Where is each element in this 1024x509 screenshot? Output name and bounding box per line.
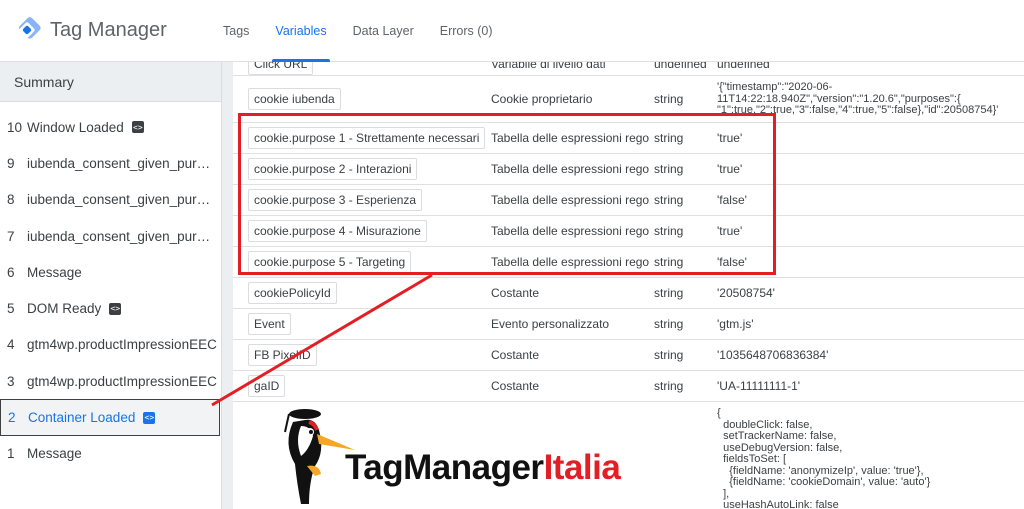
variable-type-cell: Variabile di livello dati	[491, 62, 606, 71]
variable-name-cell: cookiePolicyId	[248, 282, 337, 304]
event-number: 5	[7, 301, 15, 317]
event-label: Container Loaded	[28, 410, 136, 426]
event-number: 4	[7, 337, 15, 353]
tag-manager-logo-icon	[19, 17, 41, 39]
variable-value-cell: 'gtm.js'	[717, 317, 754, 331]
event-number: 3	[7, 373, 15, 389]
event-number: 6	[7, 264, 15, 280]
variable-value-cell: '20508754'	[717, 286, 775, 300]
tab-bar: Tags Variables Data Layer Errors (0)	[210, 0, 506, 62]
event-item[interactable]: 2 Container Loaded <>	[0, 399, 220, 436]
code-icon: <>	[109, 302, 122, 315]
variable-value-cell: { doubleClick: false, setTrackerName: fa…	[717, 407, 931, 509]
variable-row: Click URL Variabile di livello dati undefi…	[233, 62, 1024, 76]
variable-datatype-cell: undefined	[654, 62, 707, 71]
code-icon: <>	[131, 121, 144, 134]
variable-name-chip[interactable]: gaID	[248, 375, 286, 397]
summary-item[interactable]: Summary	[0, 62, 221, 102]
variable-name-chip[interactable]: Click URL	[248, 62, 314, 75]
event-number: 2	[8, 410, 16, 426]
variable-row: FB PixelID Costante string '103564870683638…	[233, 340, 1024, 371]
event-item[interactable]: 6 Message	[0, 254, 221, 290]
variable-row: gaID Costante string 'UA-11111111-1'	[233, 371, 1024, 402]
event-label: iubenda_consent_given_purpose...	[27, 155, 217, 171]
event-sidebar: Summary 10 Window Loaded <> 9 iubenda_consen…	[0, 62, 222, 509]
event-number: 1	[7, 446, 15, 462]
event-label: gtm4wp.productImpressionEEC	[27, 337, 217, 353]
variable-name-cell: cookie iubenda	[248, 88, 341, 110]
variable-name-chip[interactable]: FB PixelID	[248, 344, 317, 366]
brand-part-1: TagManager	[345, 448, 544, 487]
event-number: 8	[7, 192, 15, 208]
tab-tags[interactable]: Tags	[210, 0, 262, 62]
tab-data-layer[interactable]: Data Layer	[340, 0, 427, 62]
code-icon: <>	[143, 411, 156, 424]
event-label: gtm4wp.productImpressionEEC	[27, 373, 217, 389]
tab-errors[interactable]: Errors (0)	[427, 0, 506, 62]
tab-variables[interactable]: Variables	[262, 0, 339, 62]
variable-type-cell: Evento personalizzato	[491, 317, 610, 331]
app-header: Tag Manager Tags Variables Data Layer Er…	[0, 0, 1024, 62]
variable-value-cell: undefined	[717, 62, 770, 71]
variable-name-cell: Click URL	[248, 62, 314, 75]
event-item[interactable]: 4 gtm4wp.productImpressionEEC	[0, 327, 221, 363]
event-label: Message	[27, 264, 82, 280]
variable-row: cookiePolicyId Costante string '20508754'	[233, 278, 1024, 309]
event-label: DOM Ready	[27, 301, 102, 317]
variable-row: Event Evento personalizzato string 'gtm.js'	[233, 309, 1024, 340]
variable-type-cell: Cookie proprietario	[491, 92, 593, 106]
brand-wordmark: TagManagerItalia	[345, 448, 621, 488]
event-item[interactable]: 9 iubenda_consent_given_purpose...	[0, 145, 221, 181]
variable-value-cell: '1035648706836384'	[717, 348, 829, 362]
variable-type-cell: Costante	[491, 286, 540, 300]
event-label: Message	[27, 446, 82, 462]
event-list: 10 Window Loaded <> 9 iubenda_consent_given_…	[0, 102, 221, 472]
event-number: 10	[7, 119, 23, 135]
event-item[interactable]: 3 gtm4wp.productImpressionEEC	[0, 363, 221, 399]
highlight-box	[238, 113, 776, 275]
variable-type-cell: Costante	[491, 348, 540, 362]
variable-type-cell: Costante	[491, 379, 540, 393]
event-label: iubenda_consent_given_purpose...	[27, 228, 217, 244]
variable-name-chip[interactable]: cookiePolicyId	[248, 282, 337, 304]
variable-value-cell: '{"timestamp":"2020-06- 11T14:22:18.940Z…	[717, 81, 999, 116]
variable-datatype-cell: string	[654, 379, 684, 393]
variable-datatype-cell: string	[654, 348, 684, 362]
event-item[interactable]: 7 iubenda_consent_given_purpose...	[0, 218, 221, 254]
variable-name-cell: gaID	[248, 375, 286, 397]
event-item[interactable]: 5 DOM Ready <>	[0, 290, 221, 326]
variable-value-cell: 'UA-11111111-1'	[717, 379, 801, 393]
variable-datatype-cell: string	[654, 286, 684, 300]
event-item[interactable]: 8 iubenda_consent_given_purpose...	[0, 182, 221, 218]
variable-name-cell: FB PixelID	[248, 344, 317, 366]
app-title: Tag Manager	[50, 19, 167, 41]
event-label: iubenda_consent_given_purpose...	[27, 192, 217, 208]
event-item[interactable]: 1 Message	[0, 436, 221, 472]
event-label: Window Loaded	[27, 119, 124, 135]
variable-datatype-cell: string	[654, 92, 684, 106]
variable-name-chip[interactable]: cookie iubenda	[248, 88, 341, 110]
event-number: 9	[7, 155, 15, 171]
variable-name-chip[interactable]: Event	[248, 313, 291, 335]
event-number: 7	[7, 228, 15, 244]
brand-part-2: Italia	[543, 448, 621, 487]
event-item[interactable]: 10 Window Loaded <>	[0, 109, 221, 145]
variable-name-cell: Event	[248, 313, 291, 335]
variable-datatype-cell: string	[654, 317, 684, 331]
